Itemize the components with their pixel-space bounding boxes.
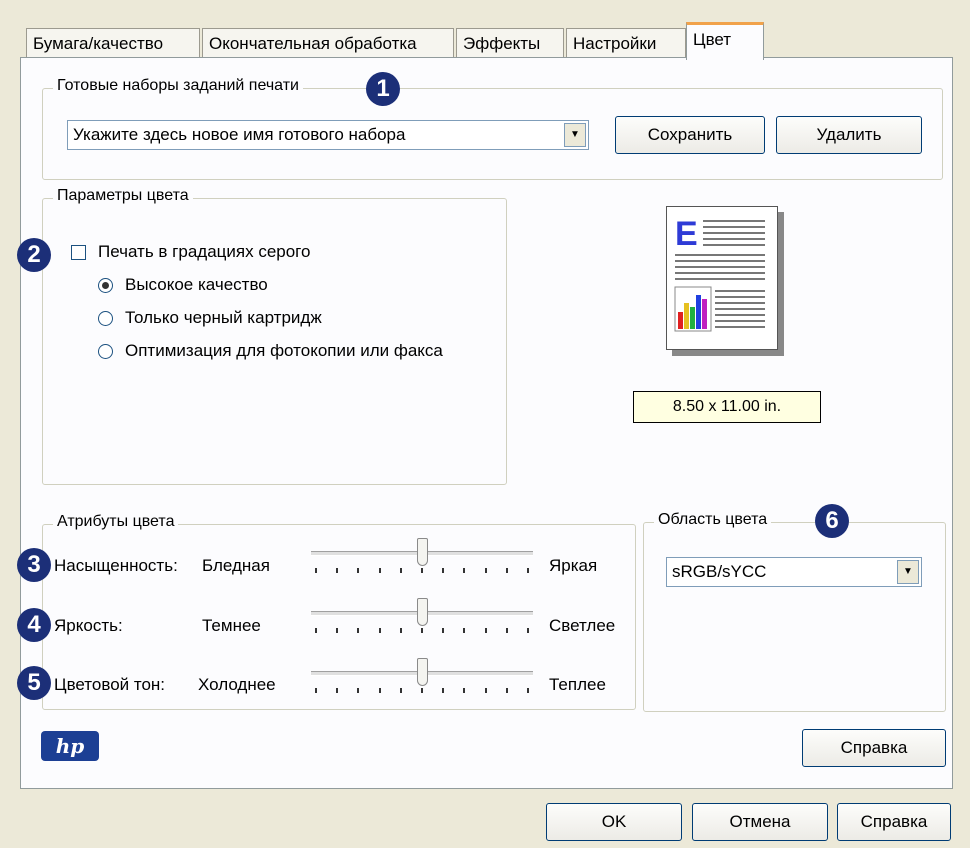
radio-fax-optimized[interactable] bbox=[98, 344, 113, 359]
tab-settings[interactable]: Настройки bbox=[566, 28, 686, 58]
color-space-combo[interactable]: sRGB/sYCC ▼ bbox=[666, 557, 922, 587]
presets-legend: Готовые наборы заданий печати bbox=[53, 77, 303, 95]
saturation-low-label: Бледная bbox=[202, 556, 270, 575]
grayscale-label: Печать в градациях серого bbox=[98, 242, 311, 261]
color-params-legend: Параметры цвета bbox=[53, 187, 193, 205]
brightness-high-label: Светлее bbox=[549, 616, 616, 635]
radio-black-cartridge-label: Только черный картридж bbox=[125, 308, 322, 327]
slider-ticks bbox=[315, 688, 529, 694]
callout-badge-6: 6 bbox=[815, 504, 849, 538]
delete-preset-button[interactable]: Удалить bbox=[776, 116, 922, 154]
slider-thumb[interactable] bbox=[417, 598, 428, 626]
help-button[interactable]: Справка bbox=[837, 803, 951, 841]
radio-fax-optimized-label: Оптимизация для фотокопии или факса bbox=[125, 341, 443, 360]
callout-badge-4: 4 bbox=[17, 608, 51, 642]
saturation-label: Насыщенность: bbox=[54, 556, 178, 575]
slider-thumb[interactable] bbox=[417, 538, 428, 566]
color-space-group: Область цвета sRGB/sYCC ▼ bbox=[643, 511, 946, 712]
radio-high-quality-label: Высокое качество bbox=[125, 275, 268, 294]
chevron-down-icon[interactable]: ▼ bbox=[564, 123, 586, 147]
saturation-slider[interactable] bbox=[311, 538, 533, 578]
radio-high-quality[interactable] bbox=[98, 278, 113, 293]
callout-badge-2: 2 bbox=[17, 238, 51, 272]
callout-badge-3: 3 bbox=[17, 548, 51, 582]
tab-finishing[interactable]: Окончательная обработка bbox=[202, 28, 454, 58]
slider-ticks bbox=[315, 568, 529, 574]
preset-name-value: Укажите здесь новое имя готового набора bbox=[73, 125, 406, 144]
callout-badge-1: 1 bbox=[366, 72, 400, 106]
brightness-slider[interactable] bbox=[311, 598, 533, 638]
panel-help-button[interactable]: Справка bbox=[802, 729, 946, 767]
color-space-value: sRGB/sYCC bbox=[672, 562, 767, 581]
slider-ticks bbox=[315, 628, 529, 634]
ok-button[interactable]: OK bbox=[546, 803, 682, 841]
preview-letter: E bbox=[675, 215, 698, 253]
document-preview-icon: E bbox=[674, 215, 765, 332]
hue-low-label: Холоднее bbox=[198, 675, 276, 694]
chevron-down-icon[interactable]: ▼ bbox=[897, 560, 919, 584]
tab-paper-quality[interactable]: Бумага/качество bbox=[26, 28, 200, 58]
grayscale-checkbox[interactable] bbox=[71, 245, 86, 260]
callout-badge-5: 5 bbox=[17, 666, 51, 700]
color-space-legend: Область цвета bbox=[654, 511, 772, 529]
preset-name-combo[interactable]: Укажите здесь новое имя готового набора … bbox=[67, 120, 589, 150]
radio-black-cartridge[interactable] bbox=[98, 311, 113, 326]
brightness-label: Яркость: bbox=[54, 616, 123, 635]
color-tab-panel: Готовые наборы заданий печати Укажите зд… bbox=[17, 57, 953, 789]
brightness-low-label: Темнее bbox=[202, 616, 261, 635]
saturation-high-label: Яркая bbox=[549, 556, 598, 575]
save-preset-button[interactable]: Сохранить bbox=[615, 116, 765, 154]
hue-high-label: Теплее bbox=[549, 675, 606, 694]
slider-thumb[interactable] bbox=[417, 658, 428, 686]
page-preview-image: E bbox=[666, 206, 778, 350]
paper-size-label: 8.50 x 11.00 in. bbox=[633, 391, 821, 423]
hue-slider[interactable] bbox=[311, 658, 533, 698]
tab-effects[interactable]: Эффекты bbox=[456, 28, 564, 58]
color-attrs-legend: Атрибуты цвета bbox=[53, 513, 179, 531]
hue-label: Цветовой тон: bbox=[54, 675, 166, 694]
cancel-button[interactable]: Отмена bbox=[692, 803, 828, 841]
presets-group: Готовые наборы заданий печати Укажите зд… bbox=[42, 77, 943, 180]
hp-logo: hp bbox=[41, 731, 99, 761]
tab-color[interactable]: Цвет bbox=[686, 22, 764, 60]
